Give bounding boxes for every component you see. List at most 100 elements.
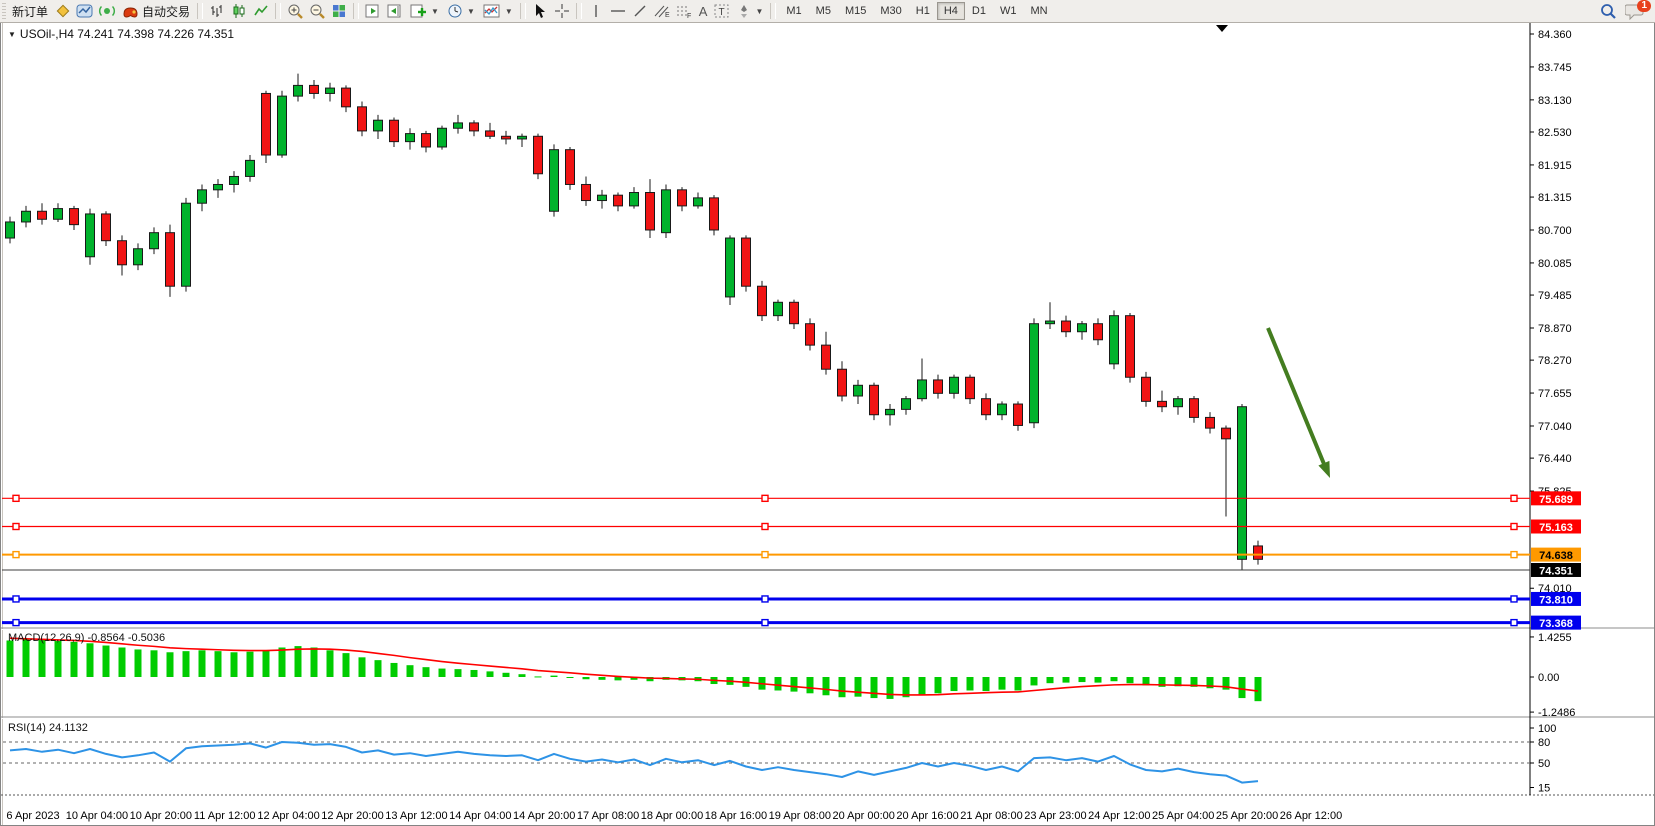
candle[interactable]	[518, 136, 527, 139]
candle[interactable]	[950, 377, 959, 393]
auto-trading-button[interactable]: 自动交易	[118, 1, 194, 21]
candle[interactable]	[1030, 324, 1039, 423]
line-selection-handle[interactable]	[762, 552, 768, 558]
date-tick-label[interactable]: 10 Apr 04:00	[66, 810, 128, 822]
bar-chart-type-icon[interactable]	[206, 1, 228, 21]
candle[interactable]	[934, 380, 943, 393]
candle[interactable]	[1174, 399, 1183, 407]
candle[interactable]	[1110, 316, 1119, 364]
candle[interactable]	[902, 399, 911, 410]
timeframe-button-mn[interactable]: MN	[1023, 2, 1054, 20]
candle[interactable]	[1062, 321, 1071, 332]
date-tick-label[interactable]: 25 Apr 20:00	[1216, 810, 1278, 822]
date-tick-label[interactable]: 25 Apr 04:00	[1152, 810, 1214, 822]
candle[interactable]	[1190, 399, 1199, 418]
candle[interactable]	[118, 241, 127, 265]
notifications-button[interactable]: 1	[1625, 1, 1649, 21]
candle[interactable]	[998, 404, 1007, 415]
line-selection-handle[interactable]	[1511, 552, 1517, 558]
arrows-tool-button[interactable]: ▼	[733, 1, 767, 21]
candle[interactable]	[198, 190, 207, 203]
date-tick-label[interactable]: 6 Apr 2023	[6, 810, 59, 822]
candle[interactable]	[1142, 377, 1151, 401]
date-tick-label[interactable]: 24 Apr 12:00	[1088, 810, 1150, 822]
search-icon[interactable]	[1597, 1, 1619, 21]
line-chart-type-icon[interactable]	[250, 1, 272, 21]
timeframe-button-w1[interactable]: W1	[993, 2, 1024, 20]
tile-windows-icon[interactable]	[328, 1, 350, 21]
indicators-button[interactable]: ▼	[479, 1, 517, 21]
candle[interactable]	[566, 150, 575, 185]
candle[interactable]	[102, 214, 111, 241]
candle[interactable]	[598, 195, 607, 200]
candle[interactable]	[710, 198, 719, 230]
candle[interactable]	[838, 369, 847, 396]
candle[interactable]	[694, 198, 703, 206]
candle[interactable]	[1206, 417, 1215, 428]
trendline-tool-icon[interactable]	[629, 1, 651, 21]
candle[interactable]	[822, 345, 831, 369]
candle[interactable]	[1094, 324, 1103, 340]
candle[interactable]	[550, 150, 559, 212]
candle[interactable]	[1078, 324, 1087, 332]
market-watch-icon[interactable]	[74, 1, 96, 21]
candle[interactable]	[774, 302, 783, 315]
date-tick-label[interactable]: 10 Apr 20:00	[130, 810, 192, 822]
period-button[interactable]: ▼	[443, 1, 479, 21]
auto-scroll-icon[interactable]	[362, 1, 384, 21]
chart-menu-caret-icon[interactable]: ▼	[8, 30, 16, 39]
candle[interactable]	[230, 176, 239, 184]
candle[interactable]	[790, 302, 799, 323]
timeframe-button-m30[interactable]: M30	[873, 2, 908, 20]
date-tick-label[interactable]: 20 Apr 00:00	[833, 810, 895, 822]
candlestick-chart-type-icon[interactable]	[228, 1, 250, 21]
candle[interactable]	[342, 88, 351, 107]
line-selection-handle[interactable]	[13, 523, 19, 529]
candle[interactable]	[54, 209, 63, 220]
candle[interactable]	[1238, 407, 1247, 560]
date-tick-label[interactable]: 18 Apr 00:00	[641, 810, 703, 822]
date-tick-label[interactable]: 23 Apr 23:00	[1024, 810, 1086, 822]
candle[interactable]	[870, 385, 879, 414]
timeframe-button-h1[interactable]: H1	[909, 2, 937, 20]
date-tick-label[interactable]: 26 Apr 12:00	[1280, 810, 1342, 822]
line-selection-handle[interactable]	[1511, 596, 1517, 602]
candle[interactable]	[470, 123, 479, 131]
cursor-tool-icon[interactable]	[529, 1, 551, 21]
text-label-tool-icon[interactable]: T	[711, 1, 733, 21]
date-tick-label[interactable]: 17 Apr 08:00	[577, 810, 639, 822]
candle[interactable]	[1158, 401, 1167, 406]
line-selection-handle[interactable]	[1511, 495, 1517, 501]
equidistant-channel-tool-icon[interactable]: E	[651, 1, 673, 21]
new-chart-button[interactable]: ▼	[406, 1, 443, 21]
candle[interactable]	[982, 399, 991, 415]
candle[interactable]	[806, 324, 815, 345]
date-tick-label[interactable]: 20 Apr 16:00	[896, 810, 958, 822]
candle[interactable]	[918, 380, 927, 399]
candle[interactable]	[1222, 428, 1231, 439]
chart-canvas[interactable]: 84.36083.74583.13082.53081.91581.31580.7…	[0, 0, 1655, 826]
date-tick-label[interactable]: 13 Apr 12:00	[385, 810, 447, 822]
candle[interactable]	[374, 120, 383, 131]
vertical-line-tool-icon[interactable]	[585, 1, 607, 21]
horizontal-line-tool-icon[interactable]	[607, 1, 629, 21]
line-selection-handle[interactable]	[762, 495, 768, 501]
timeframe-button-m1[interactable]: M1	[779, 2, 808, 20]
candle[interactable]	[22, 211, 31, 222]
candle[interactable]	[854, 385, 863, 396]
candle[interactable]	[534, 136, 543, 173]
timeframe-button-h4[interactable]: H4	[937, 2, 965, 20]
line-selection-handle[interactable]	[762, 523, 768, 529]
candle[interactable]	[214, 184, 223, 189]
date-tick-label[interactable]: 11 Apr 12:00	[194, 810, 256, 822]
candle[interactable]	[614, 195, 623, 206]
new-order-button[interactable]: 新订单	[8, 1, 52, 21]
candle[interactable]	[1126, 316, 1135, 378]
candle[interactable]	[246, 160, 255, 176]
zoom-in-icon[interactable]	[284, 1, 306, 21]
date-tick-label[interactable]: 18 Apr 16:00	[705, 810, 767, 822]
candle[interactable]	[310, 85, 319, 93]
candle[interactable]	[662, 190, 671, 233]
chart-symbol-title[interactable]: ▼USOil-,H4 74.241 74.398 74.226 74.351	[8, 27, 234, 41]
candle[interactable]	[406, 134, 415, 142]
